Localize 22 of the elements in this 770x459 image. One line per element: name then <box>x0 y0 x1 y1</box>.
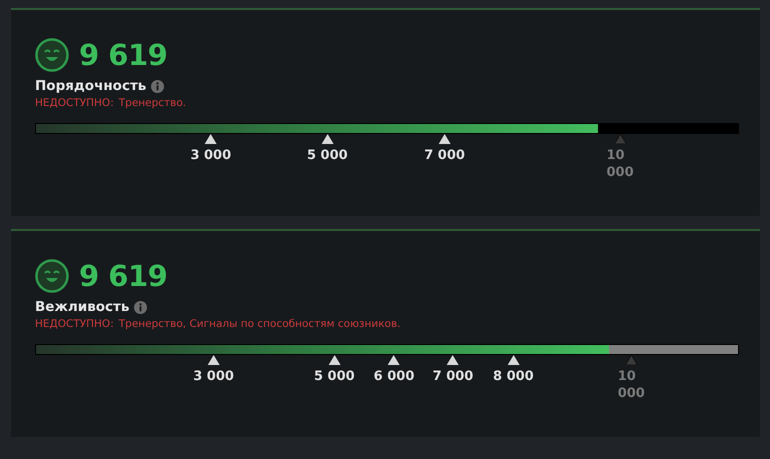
info-icon[interactable] <box>151 80 164 92</box>
unavailable-label: НЕДОСТУПНО: <box>35 97 114 109</box>
tick-label: 8 000 <box>493 368 534 385</box>
tick-label: 10 000 <box>606 147 634 181</box>
info-icon[interactable] <box>134 300 148 314</box>
score: 9 619 <box>79 38 168 72</box>
tick-label: 5 000 <box>314 368 355 385</box>
score: 9 619 <box>79 259 168 293</box>
tick-label: 7 000 <box>424 147 465 164</box>
unavailable-list: Тренерство. <box>118 97 186 109</box>
unavailable-label: НЕДОСТУПНО: <box>35 318 114 330</box>
tick-label: 3 000 <box>190 147 232 164</box>
smiley-icon <box>35 38 69 72</box>
tick-label: 10 000 <box>618 368 645 402</box>
tick-label: 6 000 <box>374 368 414 385</box>
smiley-icon <box>35 259 69 293</box>
tick-label: 3 000 <box>193 368 234 385</box>
category-title: Порядочность <box>35 78 146 94</box>
tick-label: 7 000 <box>432 368 474 385</box>
category-title: Вежливость <box>35 299 130 315</box>
tick-label: 5 000 <box>306 147 348 164</box>
unavailable-list: Тренерство, Сигналы по способностям союзников. <box>118 318 400 330</box>
